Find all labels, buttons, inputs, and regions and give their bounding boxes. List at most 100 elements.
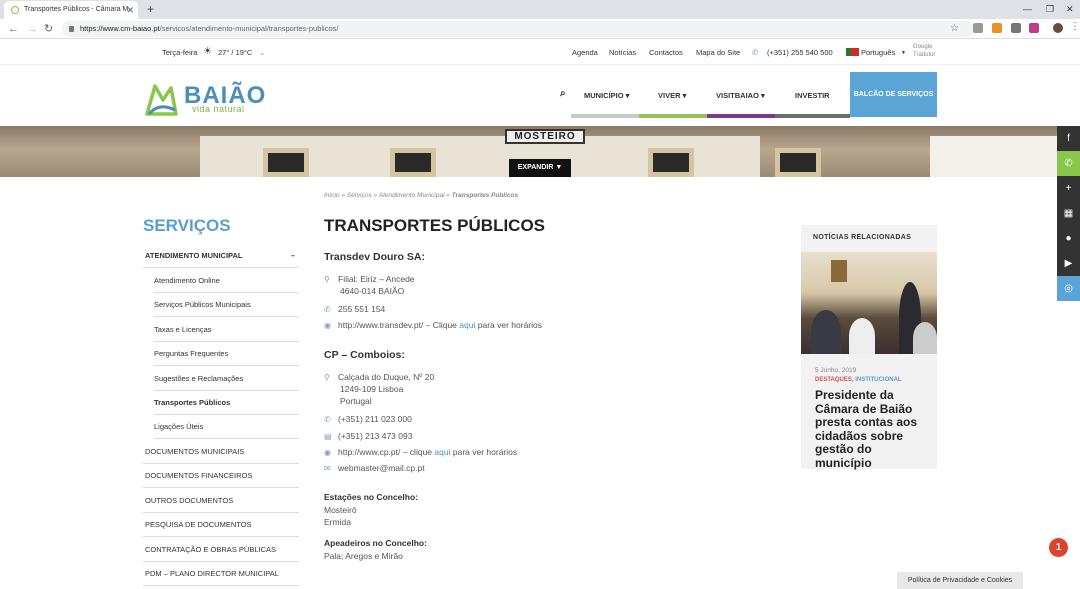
cookie-policy-button[interactable]: Política de Privacidade e Cookies (897, 572, 1023, 589)
transdev-address: ⚲ Filial: Eiriz – Ancede (324, 274, 415, 284)
notification-badge[interactable]: 1 (1049, 538, 1068, 557)
browser-tab[interactable]: Transportes Públicos - Câmara M ✕ (4, 1, 138, 19)
sidebar-item[interactable]: DOCUMENTOS MUNICIPAIS (143, 440, 299, 464)
url-domain: https://www.cm-baiao.pt (80, 24, 160, 33)
nav-investir[interactable]: INVESTIR (795, 91, 830, 100)
profile-avatar[interactable] (1053, 23, 1063, 33)
station-window (775, 148, 821, 177)
new-tab-icon[interactable]: + (147, 0, 154, 18)
news-photo[interactable] (801, 252, 937, 354)
minimize-icon[interactable]: — (1023, 0, 1032, 18)
close-window-icon[interactable]: ✕ (1066, 0, 1074, 18)
sidebar-subitem[interactable]: Atendimento Online (154, 269, 299, 293)
language-select[interactable]: Português (861, 48, 895, 57)
envelope-icon: ✉ (324, 464, 331, 473)
sidebar-item[interactable]: PDM – PLANO DIRECTOR MUNICIPAL (143, 562, 299, 586)
baiao-logo-icon[interactable] (143, 80, 179, 117)
page-title: TRANSPORTES PÚBLICOS (324, 216, 546, 235)
station-window (390, 148, 436, 177)
phone-icon: ✆ (324, 305, 331, 314)
close-tab-icon[interactable]: ✕ (126, 1, 134, 19)
extension-icon[interactable] (1011, 23, 1021, 33)
translator-label-2[interactable]: Tradutor (913, 52, 935, 58)
wall-frame (831, 260, 847, 282)
link-agenda[interactable]: Agenda (572, 48, 598, 57)
transdev-phone: ✆ 255 551 154 (324, 304, 386, 314)
language-dropdown-icon[interactable]: ▼ (901, 50, 906, 56)
target-icon[interactable]: ◎ (1057, 276, 1080, 301)
sidebar-section-atendimento[interactable]: ATENDIMENTO MUNICIPAL – (143, 244, 299, 268)
sidebar-subitem[interactable]: Taxas e Licenças (154, 318, 299, 342)
map-pin-icon: ⚲ (324, 373, 330, 382)
transdev-web: ◉ http://www.transdev.pt/ – Clique aqui p… (324, 320, 542, 330)
sidebar-title: SERVIÇOS (143, 216, 231, 235)
sidebar-subitem[interactable]: Serviços Públicos Municipais (154, 293, 299, 317)
estacao-item: Ermida (324, 517, 351, 527)
globe-icon: ◉ (324, 321, 331, 330)
cp-schedule-link[interactable]: aqui (434, 447, 450, 457)
phone-share-icon[interactable]: ✆ (1057, 151, 1080, 176)
link-noticias[interactable]: Notícias (609, 48, 636, 57)
expand-button[interactable]: EXPANDIR ▼ (509, 159, 571, 177)
url-input[interactable]: https://www.cm-baiao.pt/servicos/atendim… (62, 21, 974, 37)
reload-icon[interactable]: ↻ (44, 21, 53, 37)
sidebar-item[interactable]: PESQUISA DE DOCUMENTOS (143, 513, 299, 537)
cp-postal: 1249-109 Lisboa (340, 384, 404, 394)
chevron-down-icon[interactable]: ⌄ (259, 48, 265, 57)
station-sign: MOSTEIRO (505, 129, 585, 144)
fax-icon: ▤ (324, 432, 332, 441)
restore-icon[interactable]: ❐ (1046, 0, 1054, 18)
social-sidebar: f ✆ + ▦ ● ▶ ◎ (1057, 126, 1080, 304)
house-wall (930, 136, 1057, 177)
rss-extension-icon[interactable] (992, 23, 1002, 33)
weather-temp: 27° / 19°C (218, 48, 253, 57)
nav-bar-visitbaiao (707, 114, 775, 118)
apeadeiros-label: Apeadeiros no Concelho: (324, 538, 427, 548)
nav-bar-viver (639, 114, 707, 118)
breadcrumb-atendimento[interactable]: Atendimento Municipal (379, 192, 445, 199)
sidebar-item[interactable]: CONTRATAÇÃO E OBRAS PÚBLICAS (143, 538, 299, 562)
sidebar-item[interactable]: OUTROS DOCUMENTOS (143, 489, 299, 513)
google-play-icon[interactable]: ▶ (1057, 251, 1080, 276)
link-mapa-do-site[interactable]: Mapa do Site (696, 48, 740, 57)
sidebar-subitem-active[interactable]: Transportes Públicos (154, 391, 299, 415)
instagram-extension-icon[interactable] (1029, 23, 1039, 33)
logo-tagline: vida natural (192, 104, 245, 114)
nav-viver[interactable]: VIVER ▾ (658, 91, 686, 100)
browser-menu-icon[interactable]: ⋮ (1070, 22, 1080, 32)
translator-label-1[interactable]: Google (913, 44, 932, 50)
breadcrumb-servicos[interactable]: Serviços (347, 192, 372, 199)
plus-icon[interactable]: + (1057, 176, 1080, 201)
collapse-icon: – (290, 251, 295, 260)
transdev-schedule-link[interactable]: aqui (459, 320, 475, 330)
link-contactos[interactable]: Contactos (649, 48, 683, 57)
back-icon[interactable]: ← (8, 21, 19, 37)
phone-icon: ✆ (752, 48, 759, 57)
news-title[interactable]: Presidente da Câmara de Baião presta con… (815, 388, 930, 470)
sidebar-subitem[interactable]: Sugestões e Reclamações (154, 367, 299, 391)
cp-phone: ✆ (+351) 211 023 000 (324, 414, 412, 424)
nav-bar-investir (775, 114, 850, 118)
forward-icon[interactable]: → (27, 21, 38, 37)
bookmark-star-icon[interactable]: ☆ (950, 21, 959, 37)
breadcrumb-home[interactable]: Início (324, 192, 340, 199)
apple-icon[interactable]: ● (1057, 226, 1080, 251)
cp-email: ✉ webmaster@mail.cp.pt (324, 463, 425, 473)
tag-destaques[interactable]: DESTAQUES, (815, 377, 854, 383)
tag-institucional[interactable]: INSTITUCIONAL (855, 377, 901, 383)
sidebar-item[interactable]: DOCUMENTOS FINANCEIROS (143, 464, 299, 488)
url-path: /servicos/atendimento-municipal/transpor… (159, 24, 339, 33)
search-icon[interactable]: ⌕ (560, 88, 566, 99)
facebook-icon[interactable]: f (1057, 126, 1080, 151)
camera-extension-icon[interactable] (973, 23, 983, 33)
sidebar-subitem[interactable]: Perguntas Frequentes (154, 342, 299, 366)
map-icon[interactable]: ▦ (1057, 201, 1080, 226)
breadcrumb-current: Transportes Públicos (451, 192, 519, 199)
nav-visitbaiao[interactable]: VISITBAIAO ▾ (716, 91, 765, 100)
nav-municipio[interactable]: MUNICÍPIO ▾ (584, 91, 629, 100)
station-window (648, 148, 694, 177)
station-window (263, 148, 309, 177)
balcao-servicos-button[interactable]: BALCÃO DE SERVIÇOS (850, 72, 937, 117)
portugal-flag-icon (846, 48, 859, 56)
sidebar-subitem[interactable]: Ligações Úteis (154, 415, 299, 439)
